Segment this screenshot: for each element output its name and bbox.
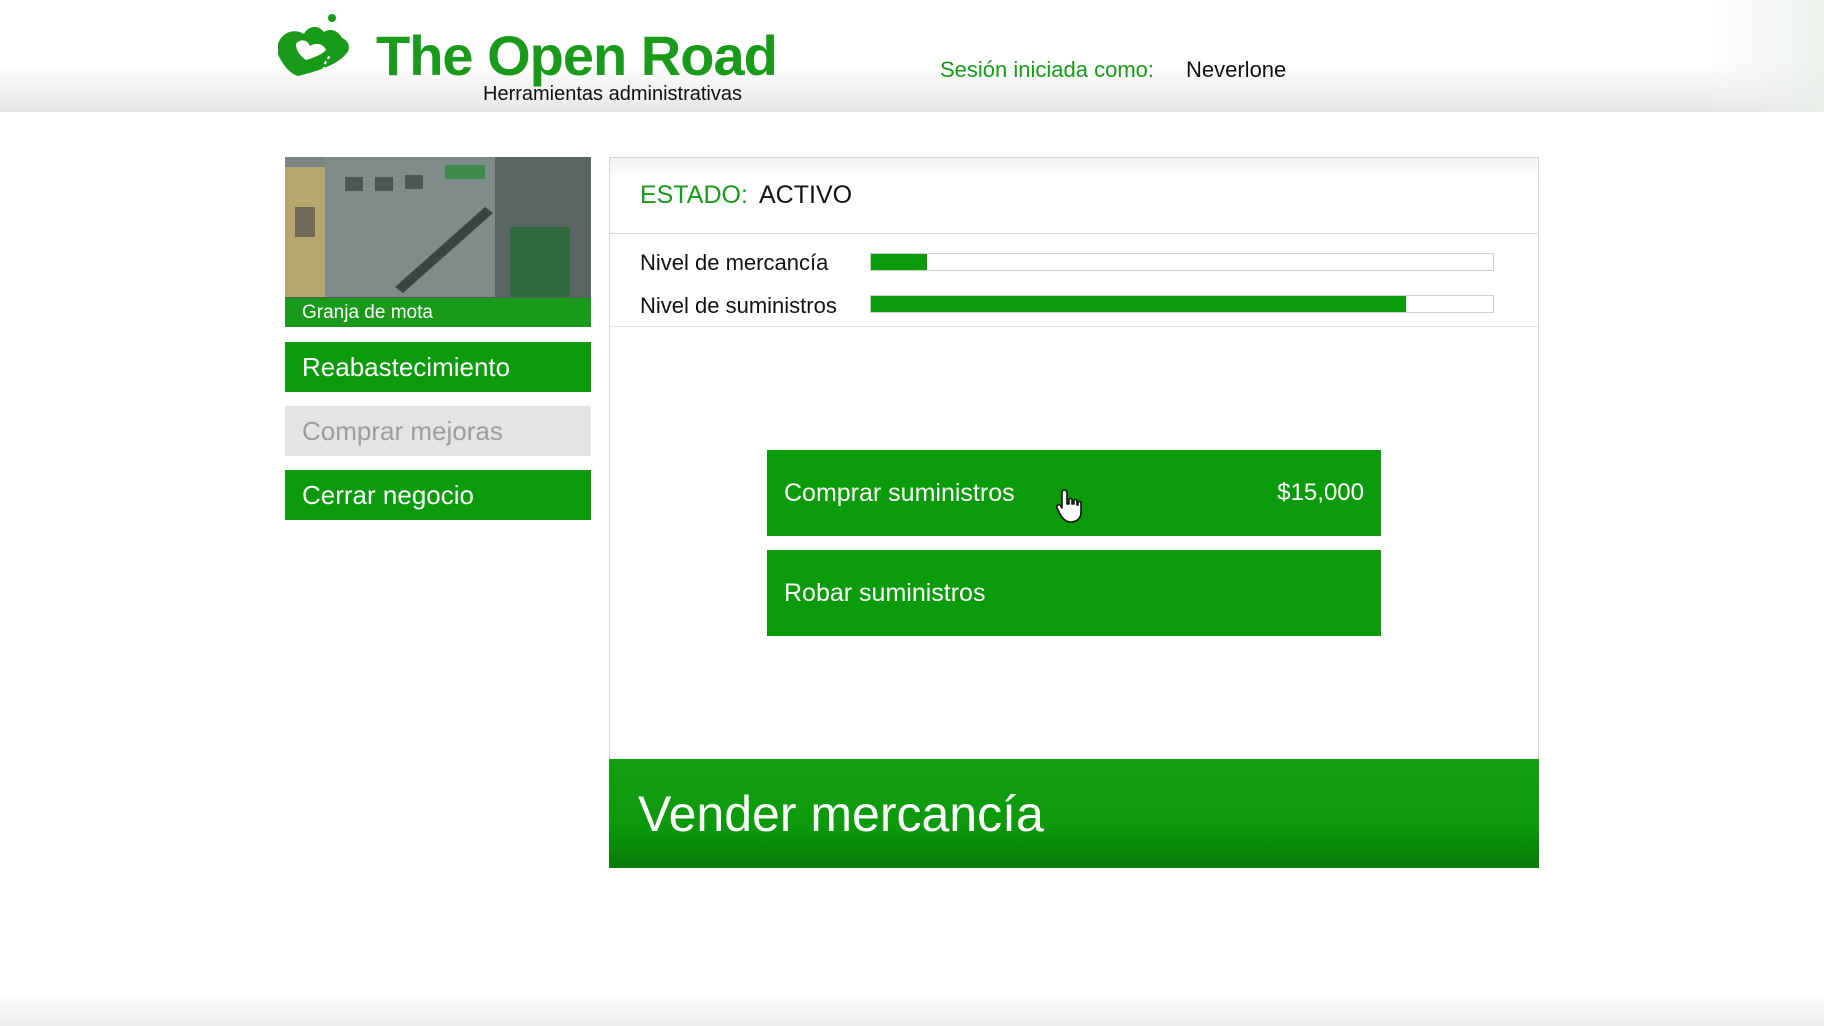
brand-title: The Open Road [376, 24, 778, 87]
resupply-button[interactable]: Reabastecimiento [285, 342, 591, 392]
supplies-level-label: Nivel de suministros [640, 293, 837, 318]
session-label: Sesión iniciada como: [940, 57, 1155, 82]
header: The Open Road Herramientas administrativ… [0, 0, 1824, 112]
hand-pointer-icon [1055, 489, 1082, 523]
business-thumbnail: Granja de mota [285, 157, 591, 327]
sell-product-label: Vender mercancía [638, 786, 1044, 842]
header-fade [1704, 0, 1824, 112]
product-level-bar [870, 253, 1494, 271]
footer-shade [0, 990, 1824, 1026]
steal-supplies-label: Robar suministros [784, 579, 986, 607]
buy-supplies-price: $15,000 [1277, 479, 1364, 506]
buy-upgrades-button[interactable]: Comprar mejoras [285, 406, 591, 456]
status-row: ESTADO: ACTIVO [610, 158, 1538, 234]
thumbnail-caption: Granja de mota [285, 298, 591, 327]
brand-subtitle: Herramientas administrativas [483, 83, 742, 105]
product-level-label: Nivel de mercancía [640, 250, 829, 275]
status-label: ESTADO: [640, 181, 748, 209]
product-level-fill [871, 254, 927, 270]
road-hill-logo-icon [278, 14, 349, 77]
buy-supplies-label: Comprar suministros [784, 479, 1015, 507]
levels-section: Nivel de mercancía Nivel de suministros [610, 235, 1538, 327]
supplies-level-bar [870, 295, 1494, 313]
supplies-level-fill [871, 296, 1406, 312]
session-user: Neverlone [1186, 57, 1287, 82]
steal-supplies-button[interactable]: Robar suministros [767, 550, 1381, 636]
close-business-button[interactable]: Cerrar negocio [285, 470, 591, 520]
status-value: ACTIVO [759, 181, 853, 209]
sell-product-button[interactable]: Vender mercancía [609, 759, 1539, 868]
